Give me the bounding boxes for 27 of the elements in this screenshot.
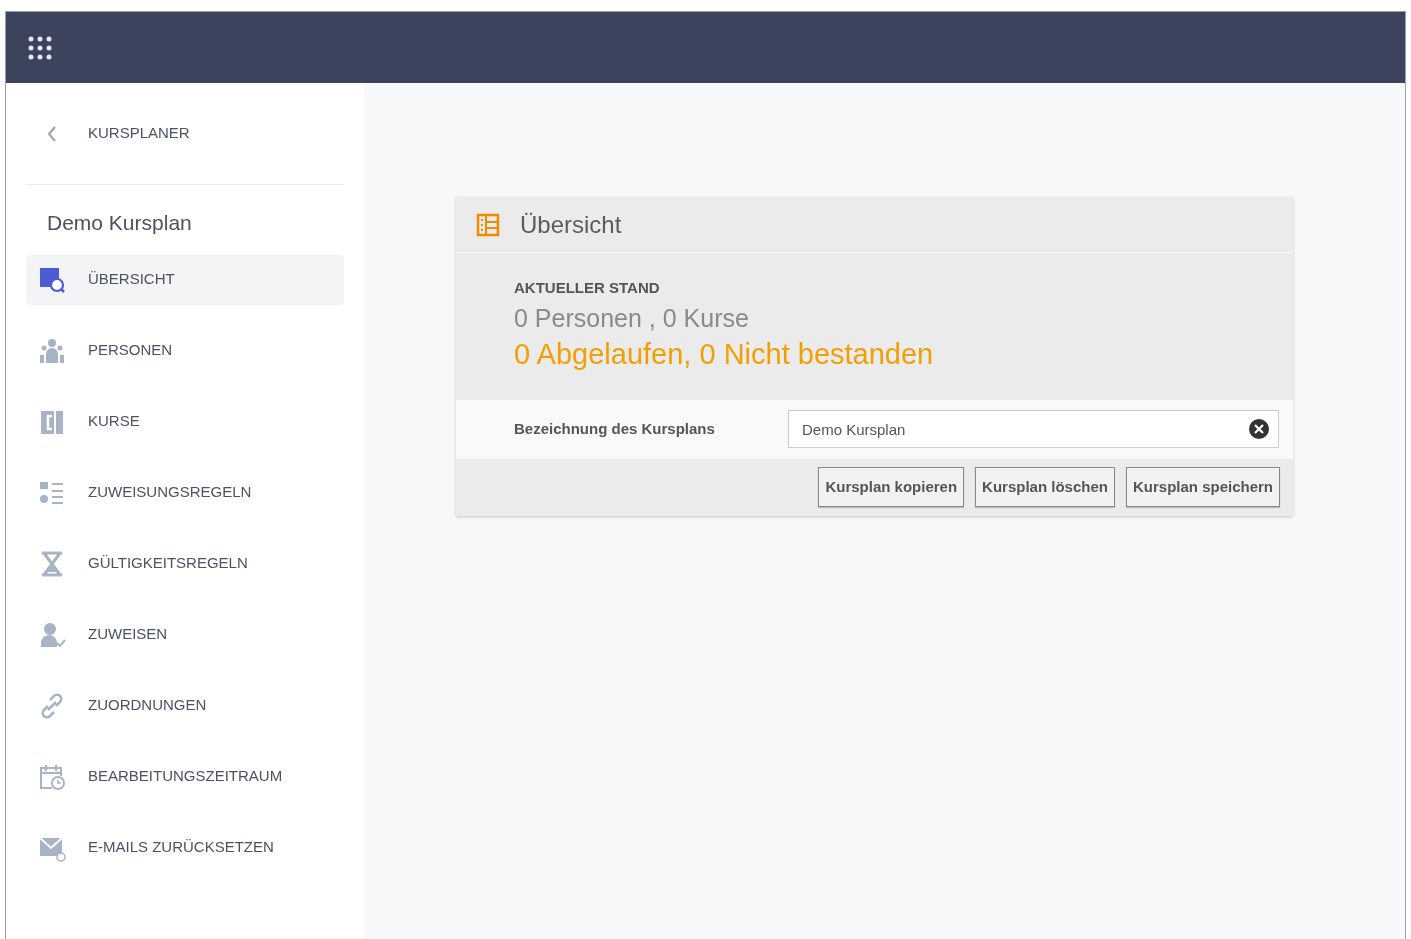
layout-icon: [476, 212, 500, 237]
field-label: Bezeichnung des Kursplans: [514, 418, 716, 439]
nav-item[interactable]: ÜBERSICHT: [26, 254, 344, 305]
warning-text: 0 Abgelaufen, 0 Nicht bestanden: [514, 336, 935, 372]
calendar-clock-icon: [38, 762, 66, 791]
people-icon: [38, 336, 66, 365]
user-check-icon: [38, 620, 66, 649]
action-button[interactable]: Kursplan kopieren: [818, 467, 965, 507]
action-button[interactable]: Kursplan speichern: [1125, 467, 1280, 507]
action-button[interactable]: Kursplan löschen: [975, 467, 1115, 507]
name-field[interactable]: Demo Kursplan: [788, 410, 1279, 448]
back-link[interactable]: KURSPLANER: [88, 122, 190, 145]
nav-item[interactable]: E-MAILS ZURÜCKSETZEN: [26, 822, 344, 873]
nav-item[interactable]: PERSONEN: [26, 325, 344, 376]
nav-item[interactable]: ZUORDNUNGEN: [26, 680, 344, 731]
nav-item[interactable]: KURSE: [26, 396, 344, 447]
nav-item[interactable]: GÜLTIGKEITSREGELN: [26, 538, 344, 589]
search-document-icon: [38, 265, 66, 294]
app-grid-icon[interactable]: [28, 35, 52, 60]
section-label: AKTUELLER STAND: [514, 278, 661, 298]
plan-title: Demo Kursplan: [46, 210, 193, 236]
nav-item[interactable]: ZUWEISEN: [26, 609, 344, 660]
summary-text: 0 Personen , 0 Kurse: [514, 302, 750, 334]
nav-item[interactable]: BEARBEITUNGSZEITRAUM: [26, 751, 344, 802]
nav-item[interactable]: ZUWEISUNGSREGELN: [26, 467, 344, 518]
card-title: Übersicht: [520, 209, 622, 240]
clear-icon[interactable]: [1249, 419, 1269, 439]
